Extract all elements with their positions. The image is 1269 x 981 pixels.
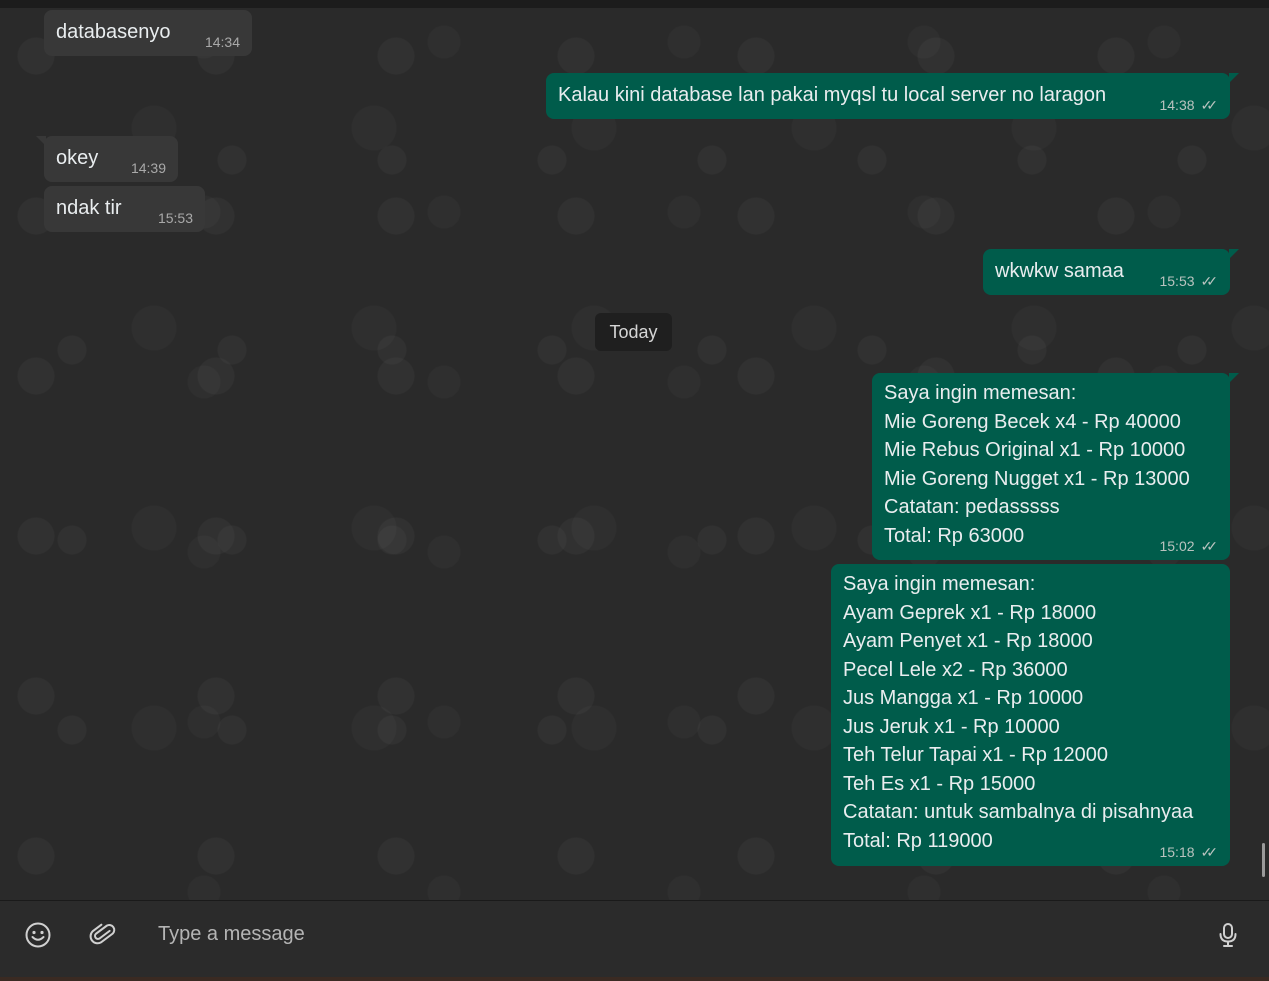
message-outgoing[interactable]: wkwkw samaa 15:53 ✓✓ <box>983 249 1239 295</box>
message-composer <box>0 900 1269 978</box>
message-incoming[interactable]: okey 14:39 <box>36 136 178 182</box>
message-time: 15:53 <box>1159 273 1195 289</box>
scrollbar[interactable] <box>1262 843 1265 877</box>
message-input[interactable] <box>158 923 1158 946</box>
message-text: databasenyo <box>56 21 171 43</box>
message-time: 14:34 <box>204 34 240 50</box>
read-ticks-icon: ✓✓ <box>1200 538 1219 554</box>
chat-pane[interactable]: databasenyo 14:34 Kalau kini database la… <box>0 8 1269 900</box>
message-outgoing[interactable]: Saya ingin memesan: Ayam Geprek x1 - Rp … <box>831 564 1230 866</box>
read-ticks-icon: ✓✓ <box>1200 273 1219 289</box>
message-text: ndak tir <box>56 197 122 219</box>
bottom-border <box>0 977 1269 981</box>
message-text: Saya ingin memesan: Mie Goreng Becek x4 … <box>884 382 1190 547</box>
message-time: 14:39 <box>130 160 166 176</box>
message-time: 15:18 <box>1159 844 1195 860</box>
message-time: 14:38 <box>1159 97 1195 113</box>
day-separator: Today <box>595 313 672 351</box>
message-text: okey <box>56 147 99 169</box>
read-ticks-icon: ✓✓ <box>1200 844 1219 860</box>
message-incoming[interactable]: ndak tir 15:53 <box>44 186 205 232</box>
emoji-icon[interactable] <box>22 919 54 951</box>
message-text: Kalau kini database lan pakai myqsl tu l… <box>558 84 1107 106</box>
message-time: 15:53 <box>157 210 193 226</box>
message-outgoing[interactable]: Kalau kini database lan pakai myqsl tu l… <box>546 73 1239 119</box>
message-text: wkwkw samaa <box>995 260 1124 282</box>
message-outgoing[interactable]: Saya ingin memesan: Mie Goreng Becek x4 … <box>872 373 1239 560</box>
read-ticks-icon: ✓✓ <box>1200 97 1219 113</box>
attach-icon[interactable] <box>87 919 119 951</box>
mic-icon[interactable] <box>1212 919 1244 951</box>
message-text: Saya ingin memesan: Ayam Geprek x1 - Rp … <box>843 573 1194 852</box>
message-time: 15:02 <box>1159 538 1195 554</box>
message-incoming[interactable]: databasenyo 14:34 <box>44 10 252 56</box>
